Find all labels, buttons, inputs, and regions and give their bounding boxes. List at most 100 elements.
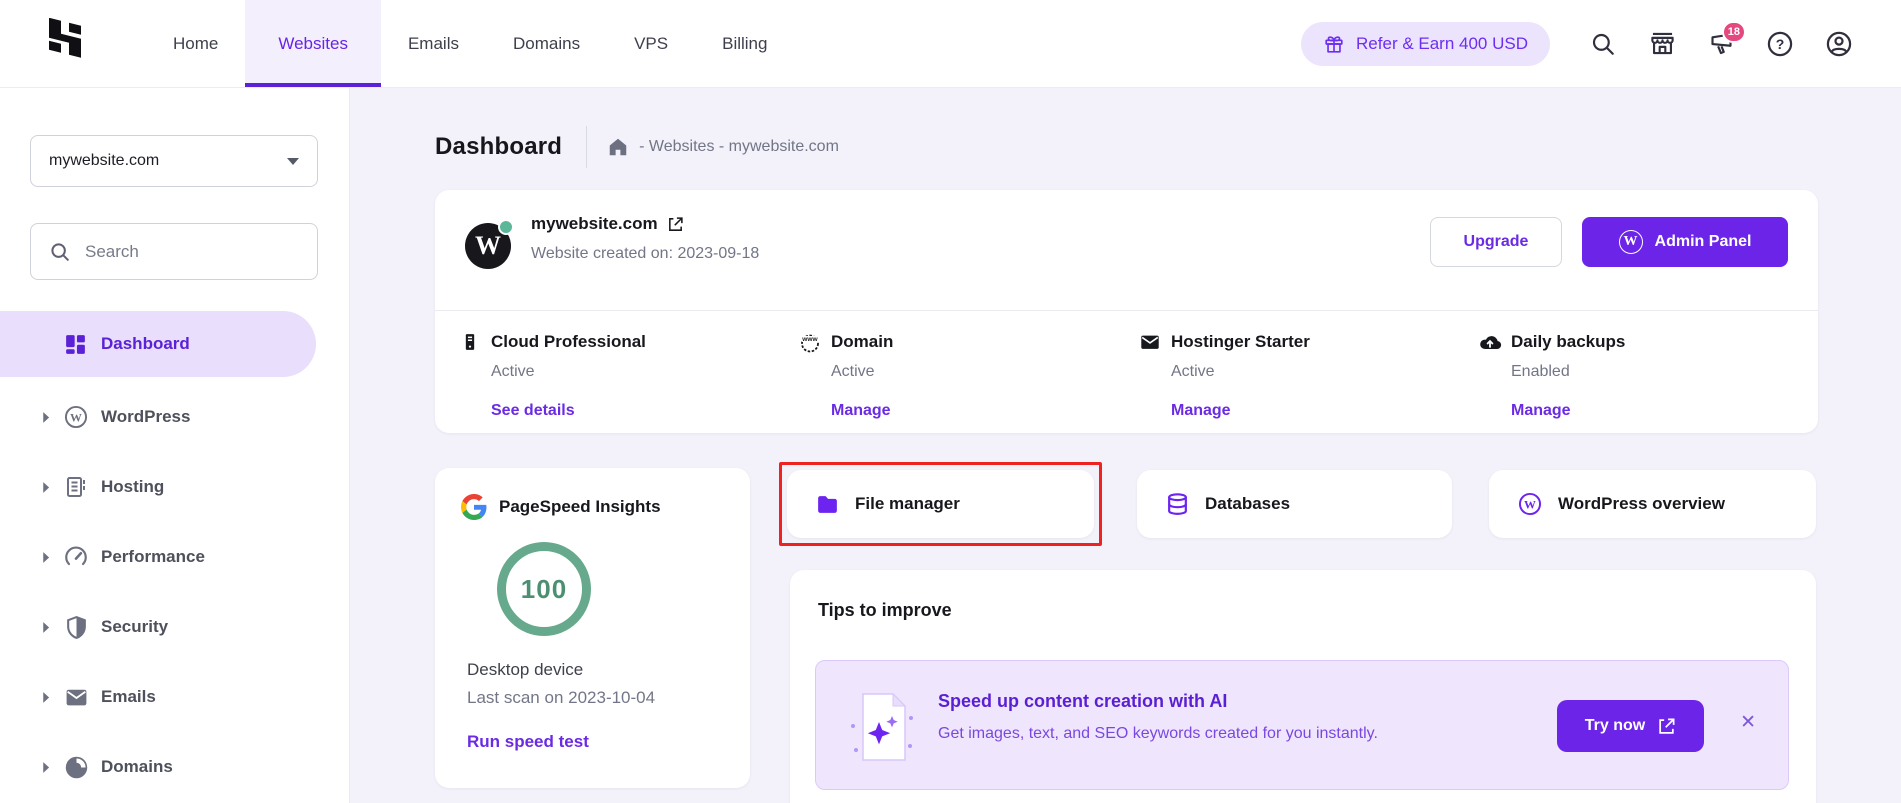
gift-icon xyxy=(1323,33,1345,55)
website-actions: Upgrade W Admin Panel xyxy=(1430,217,1788,267)
home-icon xyxy=(607,136,629,158)
admin-panel-button[interactable]: W Admin Panel xyxy=(1582,217,1788,267)
performance-icon xyxy=(63,544,89,570)
try-now-button[interactable]: Try now xyxy=(1557,700,1704,752)
ai-banner: Speed up content creation with AI Get im… xyxy=(815,660,1789,790)
wordpress-overview-label: WordPress overview xyxy=(1558,494,1725,514)
tips-title: Tips to improve xyxy=(818,600,952,621)
sidebar-item-domains[interactable]: Domains xyxy=(0,732,349,802)
close-icon[interactable]: ✕ xyxy=(1740,713,1756,732)
chevron-right-icon xyxy=(42,411,51,424)
pagespeed-last-scan: Last scan on 2023-10-04 xyxy=(467,688,750,708)
search-icon xyxy=(1590,31,1616,57)
hostinger-logo[interactable] xyxy=(42,18,88,70)
service-daily-backups: Daily backups Enabled Manage xyxy=(1478,330,1818,420)
ai-document-icon xyxy=(843,688,921,766)
wordpress-icon: W xyxy=(63,404,89,430)
refer-earn-button[interactable]: Refer & Earn 400 USD xyxy=(1301,22,1550,66)
wordpress-overview-card[interactable]: W WordPress overview xyxy=(1489,470,1816,538)
header-divider xyxy=(586,126,587,168)
sidebar-item-wordpress[interactable]: W WordPress xyxy=(0,382,349,452)
external-link-icon xyxy=(1657,717,1676,736)
nav-tab-home[interactable]: Home xyxy=(146,0,245,87)
envelope-icon xyxy=(1138,330,1162,354)
refer-earn-label: Refer & Earn 400 USD xyxy=(1356,34,1528,54)
chevron-right-icon xyxy=(42,481,51,494)
security-icon xyxy=(63,614,89,640)
chevron-down-icon xyxy=(287,158,299,165)
dashboard-grid-icon xyxy=(63,332,88,357)
external-link-icon[interactable] xyxy=(667,216,684,233)
file-manager-label: File manager xyxy=(855,494,960,514)
sidebar-item-performance[interactable]: Performance xyxy=(0,522,349,592)
nav-tab-websites[interactable]: Websites xyxy=(245,0,381,87)
sidebar: mywebsite.com Search Dashboard W WordPre… xyxy=(0,88,350,803)
sidebar-item-dashboard[interactable]: Dashboard xyxy=(0,311,316,377)
service-status: Enabled xyxy=(1511,363,1818,381)
sidebar-search-input[interactable]: Search xyxy=(30,223,318,280)
nav-tab-emails[interactable]: Emails xyxy=(381,0,486,87)
nav-tab-vps[interactable]: VPS xyxy=(607,0,695,87)
website-domain: mywebsite.com xyxy=(531,214,658,234)
site-selector-value: mywebsite.com xyxy=(49,152,159,170)
folder-icon xyxy=(815,492,840,517)
domains-icon xyxy=(63,754,89,780)
website-info: mywebsite.com Website created on: 2023-0… xyxy=(531,214,759,263)
wordpress-purple-icon: W xyxy=(1517,491,1543,517)
service-hostinger-starter: Hostinger Starter Active Manage xyxy=(1138,330,1478,420)
file-manager-card[interactable]: File manager xyxy=(787,470,1094,538)
databases-label: Databases xyxy=(1205,494,1290,514)
pagespeed-device: Desktop device xyxy=(467,660,750,680)
website-card-header: W mywebsite.com Website created on: 2023… xyxy=(435,190,1818,311)
account-icon xyxy=(1825,30,1853,58)
manage-backups-link[interactable]: Manage xyxy=(1511,402,1571,420)
main-nav: Home Websites Emails Domains VPS Billing xyxy=(146,0,794,87)
help-button[interactable]: ? xyxy=(1766,30,1794,58)
page-title: Dashboard xyxy=(435,133,562,161)
svg-text:W: W xyxy=(1524,497,1536,511)
google-g-icon xyxy=(461,494,487,520)
ai-banner-description: Get images, text, and SEO keywords creat… xyxy=(938,725,1378,743)
chevron-right-icon xyxy=(42,761,51,774)
manage-email-link[interactable]: Manage xyxy=(1171,402,1231,420)
help-icon: ? xyxy=(1766,30,1794,58)
notifications-button[interactable]: 18 xyxy=(1707,30,1735,58)
main-content: Dashboard - Websites - mywebsite.com W m… xyxy=(350,88,1901,803)
wordpress-icon: W xyxy=(1619,230,1643,254)
svg-text:W: W xyxy=(70,410,82,424)
chevron-right-icon xyxy=(42,551,51,564)
database-icon xyxy=(1165,492,1190,517)
store-button[interactable] xyxy=(1648,30,1676,58)
nav-tab-billing[interactable]: Billing xyxy=(695,0,794,87)
sidebar-item-hosting[interactable]: Hosting xyxy=(0,452,349,522)
manage-domain-link[interactable]: Manage xyxy=(831,402,891,420)
tips-card: Tips to improve Speed up content creatio… xyxy=(790,570,1816,803)
store-icon xyxy=(1649,30,1676,57)
svg-text:www: www xyxy=(801,336,818,343)
site-selector-dropdown[interactable]: mywebsite.com xyxy=(30,135,318,187)
account-button[interactable] xyxy=(1825,30,1853,58)
see-details-link[interactable]: See details xyxy=(491,402,575,420)
chevron-right-icon xyxy=(42,621,51,634)
databases-card[interactable]: Databases xyxy=(1137,470,1452,538)
sidebar-item-emails[interactable]: Emails xyxy=(0,662,349,732)
topbar: Home Websites Emails Domains VPS Billing… xyxy=(0,0,1901,88)
website-card: W mywebsite.com Website created on: 2023… xyxy=(435,190,1818,433)
ai-banner-headline: Speed up content creation with AI xyxy=(938,691,1378,712)
sidebar-menu: W WordPress Hosting Performance Security xyxy=(0,382,349,802)
search-button[interactable] xyxy=(1589,30,1617,58)
upgrade-button[interactable]: Upgrade xyxy=(1430,217,1562,267)
wordpress-avatar: W xyxy=(465,223,511,269)
wordpress-avatar-letter: W xyxy=(475,231,501,261)
try-now-label: Try now xyxy=(1585,717,1645,735)
nav-tab-domains[interactable]: Domains xyxy=(486,0,607,87)
sidebar-item-security[interactable]: Security xyxy=(0,592,349,662)
service-status: Active xyxy=(831,363,1138,381)
breadcrumb: - Websites - mywebsite.com xyxy=(639,138,839,156)
www-globe-icon: www xyxy=(798,330,822,354)
service-status: Active xyxy=(491,363,798,381)
search-icon xyxy=(49,241,71,263)
server-icon xyxy=(458,330,482,354)
run-speed-test-link[interactable]: Run speed test xyxy=(467,732,589,752)
pagespeed-score: 100 xyxy=(521,574,567,605)
